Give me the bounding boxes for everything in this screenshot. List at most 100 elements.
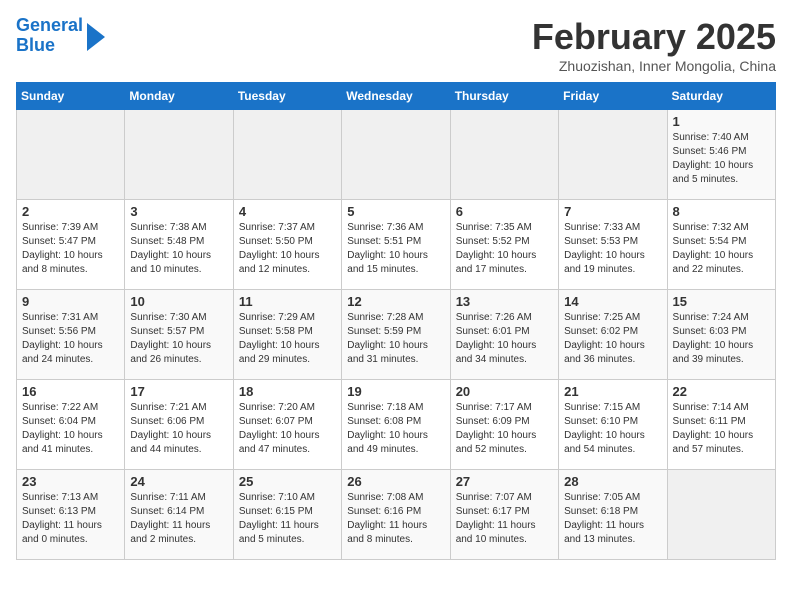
day-header-tuesday: Tuesday: [233, 83, 341, 110]
day-number: 13: [456, 294, 553, 309]
week-row-1: 1 Sunrise: 7:40 AM Sunset: 5:46 PM Daylig…: [17, 110, 776, 200]
day-cell: 25 Sunrise: 7:10 AM Sunset: 6:15 PM Dayli…: [233, 470, 341, 560]
day-number: 28: [564, 474, 661, 489]
day-cell: 21 Sunrise: 7:15 AM Sunset: 6:10 PM Dayli…: [559, 380, 667, 470]
day-number: 26: [347, 474, 444, 489]
day-cell: 10 Sunrise: 7:30 AM Sunset: 5:57 PM Dayli…: [125, 290, 233, 380]
day-number: 4: [239, 204, 336, 219]
day-info-text: Sunrise: 7:39 AM Sunset: 5:47 PM Dayligh…: [22, 221, 119, 277]
day-info-text: Sunrise: 7:30 AM Sunset: 5:57 PM Dayligh…: [130, 311, 227, 367]
day-info-text: Sunrise: 7:36 AM Sunset: 5:51 PM Dayligh…: [347, 221, 444, 277]
day-number: 15: [673, 294, 770, 309]
day-info-text: Sunrise: 7:38 AM Sunset: 5:48 PM Dayligh…: [130, 221, 227, 277]
day-header-friday: Friday: [559, 83, 667, 110]
day-cell: 7 Sunrise: 7:33 AM Sunset: 5:53 PM Daylig…: [559, 200, 667, 290]
day-info-text: Sunrise: 7:26 AM Sunset: 6:01 PM Dayligh…: [456, 311, 553, 367]
header-row: SundayMondayTuesdayWednesdayThursdayFrid…: [17, 83, 776, 110]
day-cell: 27 Sunrise: 7:07 AM Sunset: 6:17 PM Dayli…: [450, 470, 558, 560]
day-cell: [233, 110, 341, 200]
day-info-text: Sunrise: 7:05 AM Sunset: 6:18 PM Dayligh…: [564, 491, 661, 547]
day-cell: [17, 110, 125, 200]
day-number: 1: [673, 114, 770, 129]
day-cell: 17Sunrise: 7:21 AM Sunset: 6:06 PM Dayli…: [125, 380, 233, 470]
logo-blue: Blue: [16, 36, 83, 56]
day-info-text: Sunrise: 7:18 AM Sunset: 6:08 PM Dayligh…: [347, 401, 444, 457]
day-cell: 18Sunrise: 7:20 AM Sunset: 6:07 PM Dayli…: [233, 380, 341, 470]
day-number: 19: [347, 384, 444, 399]
day-info-text: Sunrise: 7:10 AM Sunset: 6:15 PM Dayligh…: [239, 491, 336, 547]
day-cell: [667, 470, 775, 560]
day-cell: 5 Sunrise: 7:36 AM Sunset: 5:51 PM Daylig…: [342, 200, 450, 290]
day-cell: [342, 110, 450, 200]
day-cell: 13 Sunrise: 7:26 AM Sunset: 6:01 PM Dayli…: [450, 290, 558, 380]
day-header-wednesday: Wednesday: [342, 83, 450, 110]
day-cell: 26 Sunrise: 7:08 AM Sunset: 6:16 PM Dayli…: [342, 470, 450, 560]
day-number: 9: [22, 294, 119, 309]
logo: General Blue: [16, 16, 105, 56]
day-number: 17: [130, 384, 227, 399]
day-info-text: Sunrise: 7:17 AM Sunset: 6:09 PM Dayligh…: [456, 401, 553, 457]
day-number: 23: [22, 474, 119, 489]
day-info-text: Sunrise: 7:24 AM Sunset: 6:03 PM Dayligh…: [673, 311, 770, 367]
day-info-text: Sunrise: 7:15 AM Sunset: 6:10 PM Dayligh…: [564, 401, 661, 457]
calendar-table: SundayMondayTuesdayWednesdayThursdayFrid…: [16, 82, 776, 560]
day-info-text: Sunrise: 7:13 AM Sunset: 6:13 PM Dayligh…: [22, 491, 119, 547]
day-cell: 3 Sunrise: 7:38 AM Sunset: 5:48 PM Daylig…: [125, 200, 233, 290]
week-row-3: 9Sunrise: 7:31 AM Sunset: 5:56 PM Daylig…: [17, 290, 776, 380]
month-title: February 2025: [532, 16, 776, 58]
day-info-text: Sunrise: 7:14 AM Sunset: 6:11 PM Dayligh…: [673, 401, 770, 457]
day-info-text: Sunrise: 7:22 AM Sunset: 6:04 PM Dayligh…: [22, 401, 119, 457]
day-info-text: Sunrise: 7:08 AM Sunset: 6:16 PM Dayligh…: [347, 491, 444, 547]
day-cell: 15 Sunrise: 7:24 AM Sunset: 6:03 PM Dayli…: [667, 290, 775, 380]
week-row-2: 2 Sunrise: 7:39 AM Sunset: 5:47 PM Daylig…: [17, 200, 776, 290]
day-cell: 14 Sunrise: 7:25 AM Sunset: 6:02 PM Dayli…: [559, 290, 667, 380]
day-cell: [125, 110, 233, 200]
day-number: 25: [239, 474, 336, 489]
day-cell: 11 Sunrise: 7:29 AM Sunset: 5:58 PM Dayli…: [233, 290, 341, 380]
day-info-text: Sunrise: 7:40 AM Sunset: 5:46 PM Dayligh…: [673, 131, 770, 187]
day-number: 5: [347, 204, 444, 219]
day-number: 6: [456, 204, 553, 219]
day-cell: [559, 110, 667, 200]
day-info-text: Sunrise: 7:33 AM Sunset: 5:53 PM Dayligh…: [564, 221, 661, 277]
day-number: 24: [130, 474, 227, 489]
day-number: 27: [456, 474, 553, 489]
day-info-text: Sunrise: 7:07 AM Sunset: 6:17 PM Dayligh…: [456, 491, 553, 547]
day-number: 22: [673, 384, 770, 399]
day-info-text: Sunrise: 7:11 AM Sunset: 6:14 PM Dayligh…: [130, 491, 227, 547]
day-header-saturday: Saturday: [667, 83, 775, 110]
day-number: 21: [564, 384, 661, 399]
day-cell: 22 Sunrise: 7:14 AM Sunset: 6:11 PM Dayli…: [667, 380, 775, 470]
day-number: 16: [22, 384, 119, 399]
day-cell: 8Sunrise: 7:32 AM Sunset: 5:54 PM Daylig…: [667, 200, 775, 290]
day-header-thursday: Thursday: [450, 83, 558, 110]
logo-blue-text: Blue: [16, 35, 55, 55]
day-info-text: Sunrise: 7:29 AM Sunset: 5:58 PM Dayligh…: [239, 311, 336, 367]
day-cell: 28 Sunrise: 7:05 AM Sunset: 6:18 PM Dayli…: [559, 470, 667, 560]
day-number: 18: [239, 384, 336, 399]
day-cell: 19 Sunrise: 7:18 AM Sunset: 6:08 PM Dayli…: [342, 380, 450, 470]
day-info-text: Sunrise: 7:35 AM Sunset: 5:52 PM Dayligh…: [456, 221, 553, 277]
day-cell: 1 Sunrise: 7:40 AM Sunset: 5:46 PM Daylig…: [667, 110, 775, 200]
day-header-monday: Monday: [125, 83, 233, 110]
day-number: 2: [22, 204, 119, 219]
week-row-5: 23 Sunrise: 7:13 AM Sunset: 6:13 PM Dayli…: [17, 470, 776, 560]
logo-general: General: [16, 15, 83, 35]
title-block: February 2025 Zhuozishan, Inner Mongolia…: [532, 16, 776, 74]
location-text: Zhuozishan, Inner Mongolia, China: [532, 58, 776, 74]
day-cell: 9Sunrise: 7:31 AM Sunset: 5:56 PM Daylig…: [17, 290, 125, 380]
day-number: 12: [347, 294, 444, 309]
week-row-4: 16 Sunrise: 7:22 AM Sunset: 6:04 PM Dayli…: [17, 380, 776, 470]
day-cell: 2 Sunrise: 7:39 AM Sunset: 5:47 PM Daylig…: [17, 200, 125, 290]
day-number: 3: [130, 204, 227, 219]
day-number: 11: [239, 294, 336, 309]
day-number: 14: [564, 294, 661, 309]
day-number: 7: [564, 204, 661, 219]
day-cell: 24 Sunrise: 7:11 AM Sunset: 6:14 PM Dayli…: [125, 470, 233, 560]
day-number: 10: [130, 294, 227, 309]
day-cell: 4Sunrise: 7:37 AM Sunset: 5:50 PM Daylig…: [233, 200, 341, 290]
day-cell: 20Sunrise: 7:17 AM Sunset: 6:09 PM Dayli…: [450, 380, 558, 470]
calendar-body: 1 Sunrise: 7:40 AM Sunset: 5:46 PM Daylig…: [17, 110, 776, 560]
day-info-text: Sunrise: 7:25 AM Sunset: 6:02 PM Dayligh…: [564, 311, 661, 367]
day-cell: 23 Sunrise: 7:13 AM Sunset: 6:13 PM Dayli…: [17, 470, 125, 560]
